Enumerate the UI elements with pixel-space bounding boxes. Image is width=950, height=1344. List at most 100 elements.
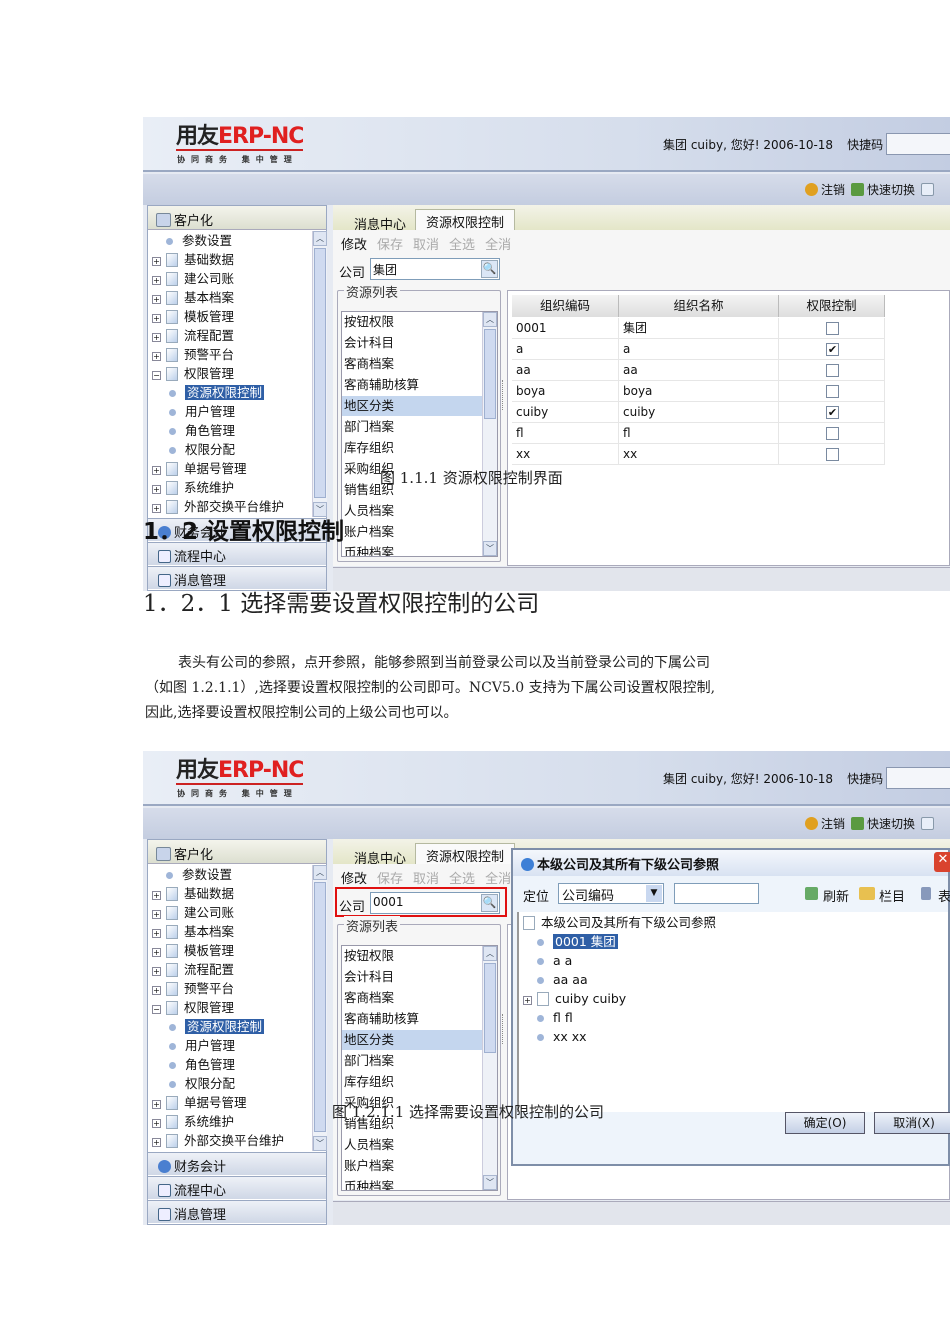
- company-node[interactable]: + cuiby cuiby: [523, 990, 626, 1008]
- scroll-down-button[interactable]: ﹀: [483, 1175, 497, 1190]
- expand-toggle-icon[interactable]: +: [523, 996, 532, 1005]
- scroll-down-button[interactable]: ﹀: [313, 1136, 327, 1151]
- scroll-down-button[interactable]: ﹀: [483, 541, 497, 556]
- expand-toggle-icon[interactable]: +: [152, 967, 161, 976]
- expand-toggle-icon[interactable]: +: [152, 986, 161, 995]
- tree-item[interactable]: 权限分配: [166, 1075, 235, 1093]
- chevron-down-icon[interactable]: ▼: [646, 885, 662, 902]
- resource-item[interactable]: 库存组织: [342, 438, 482, 458]
- resource-item[interactable]: 地区分类: [342, 1030, 482, 1050]
- tab-0[interactable]: 消息中心: [343, 211, 417, 233]
- permission-checkbox[interactable]: [826, 364, 839, 377]
- ok-button[interactable]: 确定(O): [785, 1112, 865, 1134]
- scroll-up-button[interactable]: ︿: [483, 312, 497, 327]
- tree-item[interactable]: + 流程配置: [152, 961, 234, 979]
- tree-item[interactable]: 角色管理: [166, 1056, 235, 1074]
- company-node[interactable]: 0001 集团: [523, 933, 618, 951]
- scroll-up-button[interactable]: ︿: [313, 231, 327, 246]
- search-icon[interactable]: 🔍: [481, 260, 498, 278]
- action-保存[interactable]: 保存: [377, 238, 403, 253]
- resource-item[interactable]: 部门档案: [342, 417, 482, 437]
- close-icon[interactable]: ✕: [934, 852, 950, 872]
- accordion-0[interactable]: 财务会计: [148, 1152, 326, 1175]
- expand-toggle-icon[interactable]: +: [152, 1138, 161, 1147]
- scroll-up-button[interactable]: ︿: [483, 946, 497, 961]
- resource-item[interactable]: 按钮权限: [342, 946, 482, 966]
- permission-checkbox[interactable]: ✔: [826, 343, 839, 356]
- company-node[interactable]: xx xx: [523, 1028, 587, 1046]
- action-全消[interactable]: 全消: [485, 872, 511, 887]
- expand-toggle-icon[interactable]: +: [152, 929, 161, 938]
- action-修改[interactable]: 修改: [341, 238, 367, 253]
- tree-item[interactable]: 用户管理: [166, 403, 235, 421]
- columns-button[interactable]: 栏目: [879, 886, 905, 905]
- tree-item[interactable]: + 预警平台: [152, 346, 234, 364]
- resource-item[interactable]: 币种档案: [342, 543, 482, 556]
- company-node[interactable]: fl fl: [523, 1009, 573, 1027]
- resource-item[interactable]: 地区分类: [342, 396, 482, 416]
- resource-scrollbar[interactable]: ︿ ﹀: [482, 946, 497, 1190]
- action-修改[interactable]: 修改: [341, 872, 367, 887]
- tree-item[interactable]: + 模板管理: [152, 308, 234, 326]
- resource-item[interactable]: 客商辅助核算: [342, 375, 482, 395]
- resource-item[interactable]: 客商档案: [342, 354, 482, 374]
- resource-scrollbar[interactable]: ︿ ﹀: [482, 312, 497, 556]
- expand-toggle-icon[interactable]: +: [152, 257, 161, 266]
- permission-checkbox[interactable]: [826, 385, 839, 398]
- refresh-button[interactable]: 刷新: [823, 886, 849, 905]
- scroll-thumb[interactable]: [314, 882, 326, 1132]
- column-header[interactable]: 权限控制: [779, 295, 885, 317]
- tree-item[interactable]: + 单据号管理: [152, 460, 247, 478]
- action-全选[interactable]: 全选: [449, 238, 475, 253]
- tree-item[interactable]: 资源权限控制: [166, 384, 265, 402]
- expand-toggle-icon[interactable]: +: [152, 948, 161, 957]
- tree-item[interactable]: 参数设置: [152, 866, 232, 884]
- scroll-thumb[interactable]: [314, 248, 326, 498]
- tree-item[interactable]: 权限分配: [166, 441, 235, 459]
- tree-item[interactable]: 角色管理: [166, 422, 235, 440]
- tree-item[interactable]: 参数设置: [152, 232, 232, 250]
- tab-0[interactable]: 消息中心: [343, 845, 417, 867]
- accordion-2[interactable]: 消息管理: [148, 1200, 326, 1223]
- locate-input[interactable]: [674, 883, 759, 904]
- expand-toggle-icon[interactable]: +: [152, 314, 161, 323]
- tree-item[interactable]: + 基本档案: [152, 289, 234, 307]
- expand-toggle-icon[interactable]: +: [152, 485, 161, 494]
- permission-checkbox[interactable]: ✔: [826, 406, 839, 419]
- resource-item[interactable]: 人员档案: [342, 501, 482, 521]
- scroll-thumb[interactable]: [484, 329, 496, 419]
- tree-item[interactable]: + 系统维护: [152, 479, 234, 497]
- tree-item[interactable]: 资源权限控制: [166, 1018, 265, 1036]
- scroll-up-button[interactable]: ︿: [313, 865, 327, 880]
- expand-toggle-icon[interactable]: +: [152, 352, 161, 361]
- splitter[interactable]: [502, 380, 505, 410]
- expand-toggle-icon[interactable]: +: [152, 466, 161, 475]
- table-button[interactable]: 表: [938, 886, 950, 905]
- nav-scrollbar[interactable]: ︿ ﹀: [312, 231, 327, 517]
- tree-item[interactable]: + 单据号管理: [152, 1094, 247, 1112]
- expand-toggle-icon[interactable]: +: [152, 333, 161, 342]
- tree-item[interactable]: − 权限管理: [152, 999, 234, 1017]
- tab-1[interactable]: 资源权限控制: [415, 209, 516, 231]
- expand-toggle-icon[interactable]: +: [152, 1100, 161, 1109]
- resource-item[interactable]: 币种档案: [342, 1177, 482, 1190]
- resource-item[interactable]: 部门档案: [342, 1051, 482, 1071]
- tree-item[interactable]: + 模板管理: [152, 942, 234, 960]
- resource-item[interactable]: 会计科目: [342, 967, 482, 987]
- tree-item[interactable]: + 基础数据: [152, 251, 234, 269]
- expand-toggle-icon[interactable]: +: [152, 910, 161, 919]
- action-取消[interactable]: 取消: [413, 238, 439, 253]
- expand-toggle-icon[interactable]: +: [152, 276, 161, 285]
- column-header[interactable]: 组织名称: [619, 295, 779, 317]
- logout-button[interactable]: 注销: [821, 183, 845, 197]
- company-node[interactable]: a a: [523, 952, 572, 970]
- tree-root[interactable]: 本级公司及其所有下级公司参照: [523, 914, 716, 932]
- permission-checkbox[interactable]: [826, 322, 839, 335]
- tree-item[interactable]: + 建公司账: [152, 270, 234, 288]
- expand-toggle-icon[interactable]: +: [152, 1119, 161, 1128]
- resource-item[interactable]: 账户档案: [342, 522, 482, 542]
- expand-toggle-icon[interactable]: +: [152, 891, 161, 900]
- quick-code-input[interactable]: [886, 767, 950, 789]
- action-全选[interactable]: 全选: [449, 872, 475, 887]
- tree-item[interactable]: 用户管理: [166, 1037, 235, 1055]
